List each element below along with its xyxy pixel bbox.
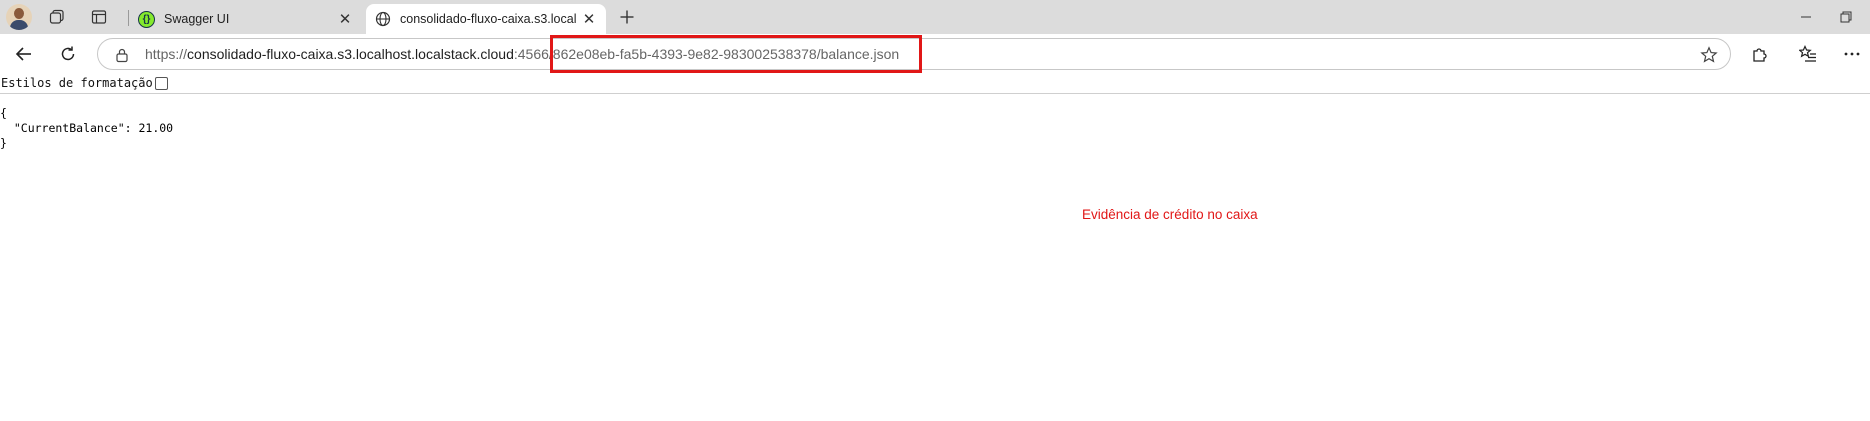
vertical-tabs-button[interactable] — [86, 5, 112, 29]
json-line: "CurrentBalance": 21.00 — [0, 121, 174, 135]
avatar-body — [10, 20, 28, 30]
plus-icon — [620, 10, 634, 24]
globe-icon — [374, 11, 391, 28]
back-arrow-icon — [15, 47, 31, 61]
restore-button[interactable] — [1826, 6, 1866, 28]
refresh-icon — [61, 46, 75, 61]
tab-actions-icon — [91, 10, 107, 24]
evidence-annotation: Evidência de crédito no caixa — [1082, 207, 1258, 222]
favorites-list-icon — [1799, 45, 1816, 62]
format-styles-checkbox[interactable] — [154, 76, 168, 90]
new-tab-button[interactable] — [614, 6, 640, 28]
favorite-star-icon[interactable] — [1700, 46, 1718, 64]
close-icon[interactable]: ✕ — [580, 10, 598, 28]
restore-icon — [1840, 11, 1852, 23]
favorites-button[interactable] — [1792, 40, 1824, 68]
format-styles-label: Estilos de formatação — [1, 76, 153, 90]
puzzle-icon — [1753, 48, 1767, 62]
swagger-icon: {} — [138, 10, 155, 28]
lock-icon[interactable] — [114, 47, 130, 63]
minimize-button[interactable] — [1786, 6, 1826, 28]
url-text[interactable]: https://consolidado-fluxo-caixa.s3.local… — [145, 46, 899, 62]
workspaces-button[interactable] — [44, 5, 70, 29]
tab-swagger-ui[interactable]: {} Swagger UI ✕ — [130, 4, 362, 34]
extensions-button[interactable] — [1744, 40, 1776, 68]
tab-title: Swagger UI — [164, 12, 230, 26]
url-path: :4566/862e08eb-fa5b-4393-9e82-9830025383… — [513, 46, 900, 62]
tab-title: consolidado-fluxo-caixa.s3.localhost.loc… — [400, 12, 576, 26]
browser-toolbar: https://consolidado-fluxo-caixa.s3.local… — [0, 34, 1870, 74]
more-icon — [1844, 52, 1860, 56]
json-line: } — [0, 136, 7, 150]
json-format-bar: Estilos de formatação — [0, 74, 1870, 94]
tab-strip: {} Swagger UI ✕ consolidado-fluxo-caixa.… — [0, 0, 1870, 34]
tab-balance-json[interactable]: consolidado-fluxo-caixa.s3.localhost.loc… — [366, 4, 606, 34]
back-button[interactable] — [8, 40, 40, 68]
avatar-head — [14, 8, 24, 19]
tab-separator — [128, 10, 129, 26]
url-scheme: https:// — [145, 46, 188, 62]
workspaces-icon — [49, 9, 64, 24]
profile-avatar[interactable] — [6, 4, 32, 30]
close-icon[interactable]: ✕ — [336, 10, 354, 28]
format-styles-toggle[interactable]: Estilos de formatação — [1, 76, 168, 90]
url-host: consolidado-fluxo-caixa.s3.localhost.loc… — [187, 46, 514, 62]
minimize-icon — [1801, 16, 1811, 18]
address-bar[interactable]: https://consolidado-fluxo-caixa.s3.local… — [97, 38, 1731, 70]
settings-menu-button[interactable] — [1836, 40, 1868, 68]
refresh-button[interactable] — [52, 40, 84, 68]
json-content: { "CurrentBalance": 21.00 } — [0, 106, 173, 151]
json-line: { — [0, 106, 7, 120]
